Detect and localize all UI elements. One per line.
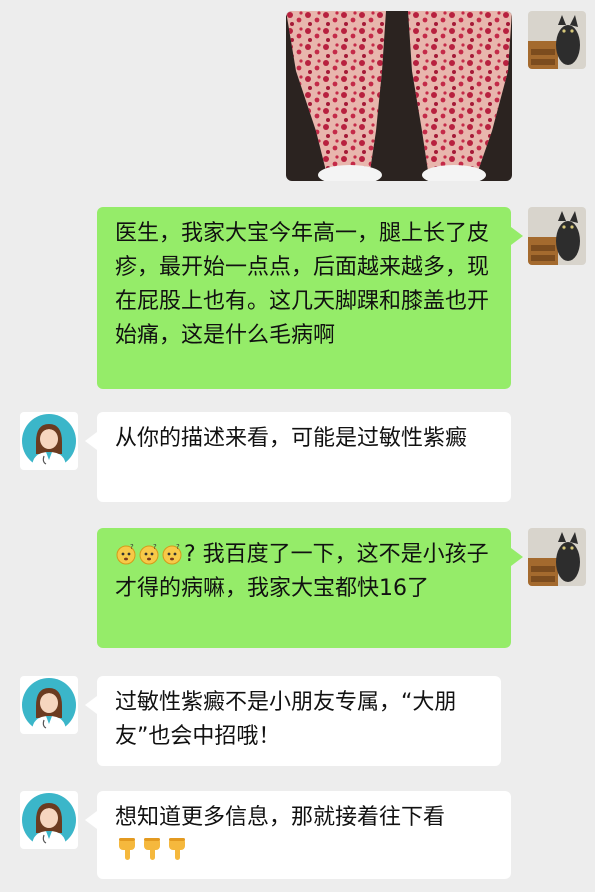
user-message-bubble[interactable]: ? ? ? ? 我百度了一下，这不是小孩子才得的病嘛，我家大宝都快16了 [97,528,523,648]
svg-text:?: ? [153,543,157,551]
doctor-message-bubble[interactable]: 想知道更多信息，那就接着往下看 [85,791,511,879]
pointing-down-icon [119,838,135,860]
cat-avatar-icon [528,11,586,69]
doctor-message-bubble[interactable]: 过敏性紫癜不是小朋友专属，“大朋友”也会中招哦！ [85,676,501,766]
message-text: 医生，我家大宝今年高一，腿上长了皮疹，最开始一点点，后面越来越多，现在屁股上也有… [115,221,490,348]
user-avatar[interactable] [528,11,586,69]
thinking-face-icon: ? [116,543,136,565]
cat-avatar-icon [528,207,586,265]
cat-avatar-icon [528,528,586,586]
pointing-down-icon [169,838,185,860]
message-text: 想知道更多信息，那就接着往下看 [115,805,446,830]
user-avatar[interactable] [528,528,586,586]
doctor-avatar[interactable] [20,412,78,470]
rash-legs-image [286,11,512,181]
message-text: 从你的描述来看，可能是过敏性紫癜 [115,426,468,451]
pointing-down-icon [144,838,160,860]
thinking-face-icon: ? [139,543,159,565]
svg-text:?: ? [176,543,180,551]
user-avatar[interactable] [528,207,586,265]
doctor-avatar[interactable] [20,791,78,849]
user-message-bubble[interactable]: 医生，我家大宝今年高一，腿上长了皮疹，最开始一点点，后面越来越多，现在屁股上也有… [97,207,523,389]
message-text: 过敏性紫癜不是小朋友专属，“大朋友”也会中招哦！ [115,690,457,749]
rash-photo[interactable] [286,11,512,181]
female-doctor-avatar-icon [22,414,76,468]
doctor-avatar[interactable] [20,676,78,734]
thinking-face-icon: ? [162,543,182,565]
svg-text:?: ? [130,543,134,551]
female-doctor-avatar-icon [22,678,76,732]
female-doctor-avatar-icon [22,793,76,847]
doctor-message-bubble[interactable]: 从你的描述来看，可能是过敏性紫癜 [85,412,511,502]
